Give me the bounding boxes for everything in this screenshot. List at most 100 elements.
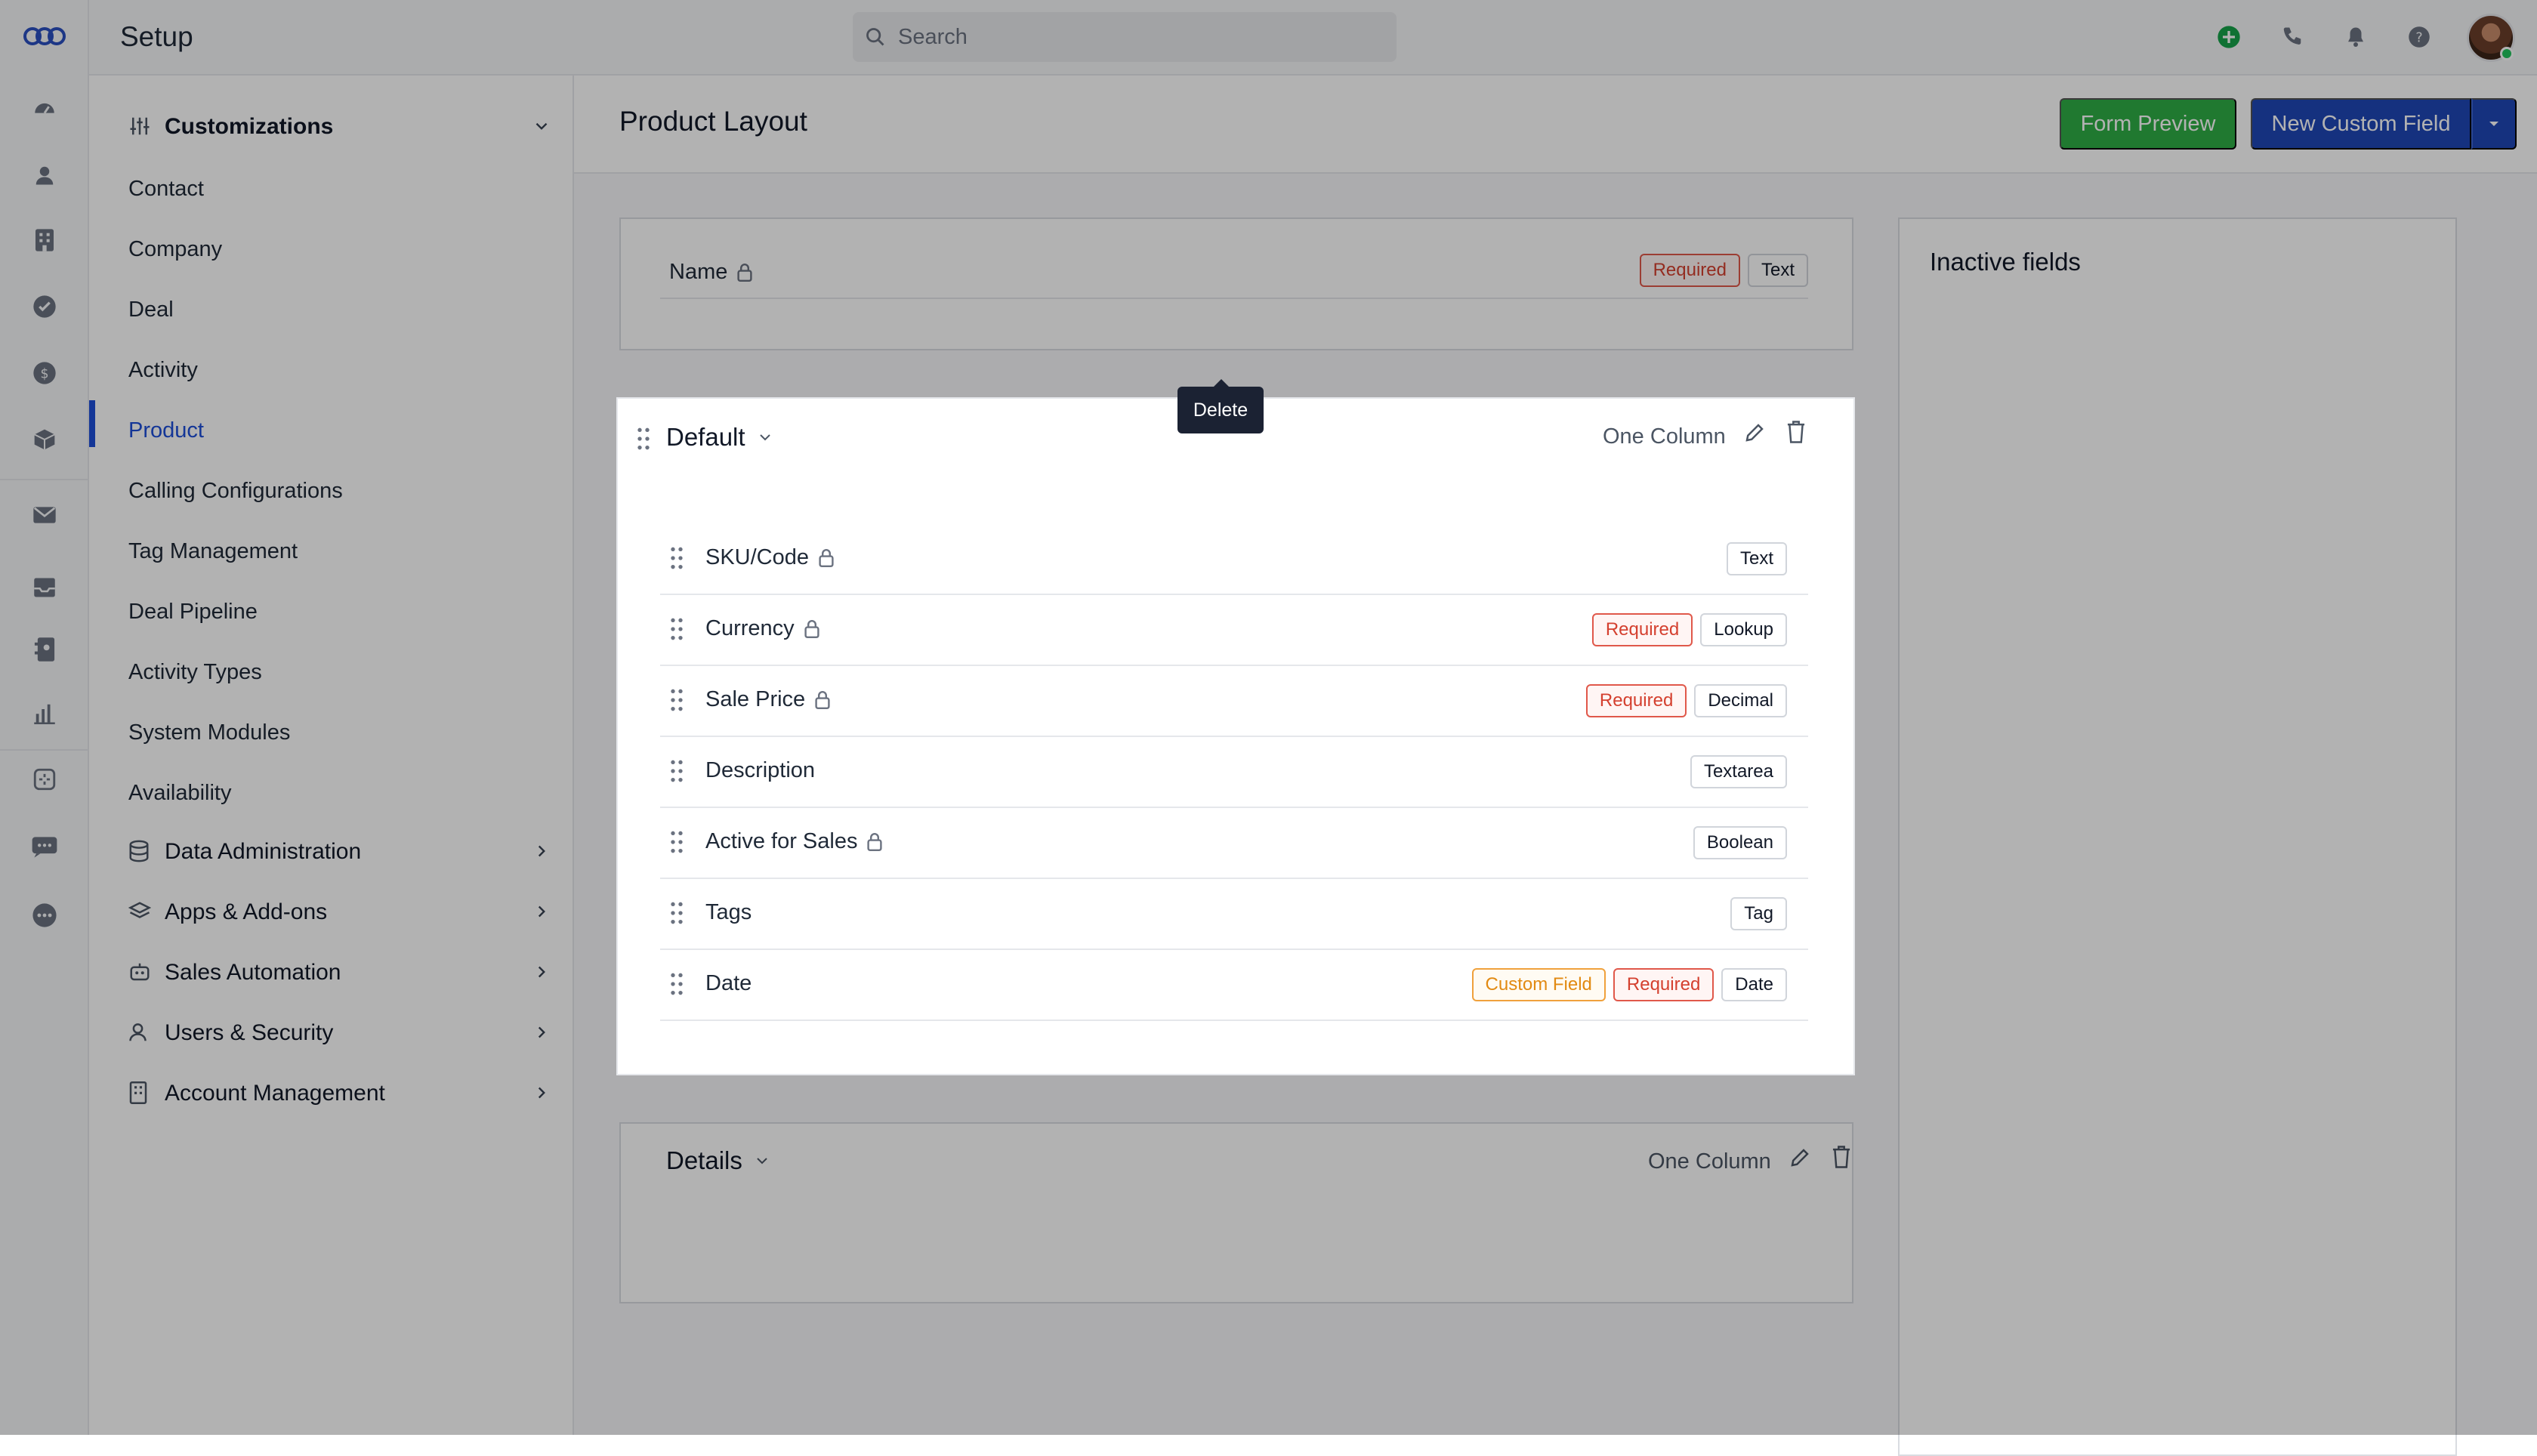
sidebar-group-data-administration[interactable]: Data Administration: [128, 834, 551, 870]
custom-field-badge: Custom Field: [1471, 968, 1606, 1001]
form-preview-button[interactable]: Form Preview: [2060, 98, 2236, 150]
dashboard-icon[interactable]: [28, 92, 61, 125]
reports-icon[interactable]: [28, 696, 61, 730]
chevron-right-icon: [532, 1023, 551, 1042]
field-row[interactable]: SKU/Code Text: [660, 524, 1808, 595]
page-header: Product Layout Form Preview New Custom F…: [574, 76, 2537, 174]
drag-handle-icon[interactable]: [669, 687, 684, 713]
sidebar-group-account-management[interactable]: Account Management: [128, 1075, 551, 1112]
required-badge: Required: [1585, 684, 1687, 717]
chevron-right-icon: [532, 1083, 551, 1103]
sidebar-group-users-security[interactable]: Users & Security: [128, 1015, 551, 1051]
chevron-down-icon: [532, 116, 551, 136]
settings-sidebar: Customizations Contact Company Deal Acti…: [89, 76, 574, 1435]
chevron-down-icon: [753, 1152, 771, 1170]
field-row[interactable]: Sale Price Required Decimal: [660, 666, 1808, 737]
new-custom-field-button[interactable]: New Custom Field: [2251, 98, 2471, 150]
sidebar-group-label: Users & Security: [165, 1020, 334, 1045]
phone-book-icon[interactable]: [28, 633, 61, 666]
online-status-indicator: [2500, 47, 2514, 60]
sidebar-item-company[interactable]: Company: [128, 231, 551, 267]
companies-icon[interactable]: [28, 224, 61, 257]
more-icon[interactable]: [28, 899, 61, 932]
type-badge: Textarea: [1690, 755, 1787, 788]
sidebar-item-contact[interactable]: Contact: [128, 171, 551, 207]
search-input[interactable]: [897, 12, 1380, 62]
drag-handle-icon[interactable]: [669, 616, 684, 642]
section-title[interactable]: Details: [666, 1146, 771, 1175]
bell-icon[interactable]: [2340, 21, 2372, 53]
field-row[interactable]: Description Textarea: [660, 737, 1808, 808]
products-icon[interactable]: [28, 423, 61, 456]
default-section[interactable]: Default One Column SKU/Code Text Currenc…: [616, 397, 1855, 1075]
inbox-icon[interactable]: [28, 571, 61, 604]
sidebar-item-product[interactable]: Product: [128, 412, 551, 449]
trash-icon[interactable]: [1831, 1145, 1852, 1169]
required-badge: Required: [1613, 968, 1714, 1001]
type-badge: Tag: [1730, 897, 1787, 930]
field-name: Sale Price: [705, 687, 806, 711]
deals-icon[interactable]: $: [28, 356, 61, 390]
field-name: Name: [669, 260, 728, 284]
sidebar-item-calling-configurations[interactable]: Calling Configurations: [128, 473, 551, 509]
inactive-fields-panel: Inactive fields: [1898, 217, 2457, 1456]
logo-icon[interactable]: [20, 20, 69, 53]
section-layout-label[interactable]: One Column: [1603, 424, 1726, 449]
section-layout-label[interactable]: One Column: [1648, 1149, 1771, 1174]
section-title[interactable]: Default: [666, 423, 774, 452]
sidebar-item-tag-management[interactable]: Tag Management: [128, 533, 551, 569]
lock-icon: [736, 263, 753, 282]
sidebar-group-customizations[interactable]: Customizations: [128, 109, 551, 145]
field-name: Currency: [705, 616, 795, 640]
sidebar-item-deal[interactable]: Deal: [128, 292, 551, 328]
search-icon: [865, 26, 886, 48]
lock-icon: [814, 690, 831, 709]
lock-icon: [804, 619, 820, 638]
caret-down-icon: [2487, 119, 2501, 128]
drag-handle-icon[interactable]: [669, 829, 684, 855]
database-icon: [128, 840, 153, 864]
edit-icon[interactable]: [1789, 1146, 1811, 1169]
drag-handle-icon[interactable]: [669, 545, 684, 571]
drag-handle-icon[interactable]: [669, 900, 684, 926]
sidebar-group-label: Apps & Add-ons: [165, 899, 328, 924]
lock-icon: [866, 832, 883, 851]
search-box[interactable]: [853, 12, 1397, 62]
required-badge: Required: [1639, 254, 1740, 287]
drag-handle-icon[interactable]: [669, 971, 684, 997]
add-icon[interactable]: [2213, 21, 2245, 53]
chat-icon[interactable]: [28, 831, 61, 864]
type-badge: Boolean: [1693, 826, 1787, 859]
chevron-right-icon: [532, 902, 551, 921]
sidebar-item-deal-pipeline[interactable]: Deal Pipeline: [128, 594, 551, 630]
sidebar-group-sales-automation[interactable]: Sales Automation: [128, 955, 551, 991]
sliders-icon: [128, 115, 153, 139]
field-name: Date: [705, 971, 752, 995]
field-row[interactable]: Active for Sales Boolean: [660, 808, 1808, 879]
sidebar-item-system-modules[interactable]: System Modules: [128, 714, 551, 751]
field-row-name[interactable]: Name Required Text: [660, 254, 1808, 299]
drag-handle-icon[interactable]: [669, 758, 684, 784]
type-badge: Date: [1721, 968, 1787, 1001]
type-badge: Text: [1747, 254, 1808, 287]
mail-icon[interactable]: [28, 498, 61, 532]
app-title: Setup: [120, 21, 193, 52]
drag-handle-icon[interactable]: [636, 426, 651, 452]
field-row[interactable]: Tags Tag: [660, 879, 1808, 950]
field-name: SKU/Code: [705, 545, 810, 569]
sidebar-item-activity[interactable]: Activity: [128, 352, 551, 388]
field-row[interactable]: Date Custom Field Required Date: [660, 950, 1808, 1021]
sidebar-item-availability[interactable]: Availability: [128, 775, 551, 811]
phone-icon[interactable]: [2276, 21, 2308, 53]
edit-icon[interactable]: [1743, 421, 1766, 444]
trash-icon[interactable]: [1785, 420, 1807, 444]
sidebar-item-activity-types[interactable]: Activity Types: [128, 654, 551, 690]
automation-icon[interactable]: [28, 763, 61, 796]
help-icon[interactable]: ?: [2403, 21, 2435, 53]
new-field-dropdown-button[interactable]: [2471, 98, 2517, 150]
sidebar-group-apps-addons[interactable]: Apps & Add-ons: [128, 894, 551, 930]
field-row[interactable]: Currency Required Lookup: [660, 595, 1808, 666]
tasks-icon[interactable]: [28, 290, 61, 323]
type-badge: Decimal: [1694, 684, 1787, 717]
contacts-icon[interactable]: [28, 159, 61, 192]
